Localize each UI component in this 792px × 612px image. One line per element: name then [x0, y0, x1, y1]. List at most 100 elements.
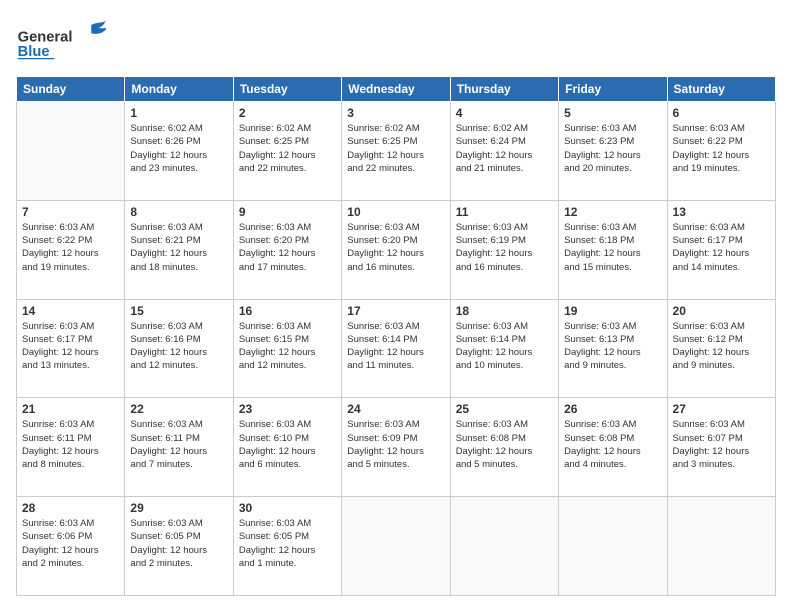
weekday-header-friday: Friday: [559, 77, 667, 102]
day-cell: 9Sunrise: 6:03 AMSunset: 6:20 PMDaylight…: [233, 200, 341, 299]
day-number: 5: [564, 106, 661, 120]
day-cell: 16 Sunrise: 6:03 AMSunset: 6:15 PMDayligh…: [233, 299, 341, 398]
day-info: Sunrise: 6:03 AMSunset: 6:05 PMDaylight:…: [239, 517, 336, 570]
day-number: 17: [347, 304, 444, 318]
day-info: Sunrise: 6:03 AMSunset: 6:19 PMDaylight:…: [456, 221, 553, 274]
day-cell: 15 Sunrise: 6:03 AMSunset: 6:16 PMDayligh…: [125, 299, 233, 398]
day-number: 1: [130, 106, 227, 120]
day-info: Sunrise: 6:03 AMSunset: 6:13 PMDaylight:…: [564, 320, 661, 373]
day-cell: 10 Sunrise: 6:03 AMSunset: 6:20 PMDayligh…: [342, 200, 450, 299]
day-cell: [667, 497, 775, 596]
day-info: Sunrise: 6:03 AMSunset: 6:14 PMDaylight:…: [456, 320, 553, 373]
day-info: Sunrise: 6:03 AMSunset: 6:23 PMDaylight:…: [564, 122, 661, 175]
day-number: 21: [22, 402, 119, 416]
day-info: Sunrise: 6:03 AMSunset: 6:22 PMDaylight:…: [673, 122, 770, 175]
day-info: Sunrise: 6:03 AMSunset: 6:21 PMDaylight:…: [130, 221, 227, 274]
weekday-header-tuesday: Tuesday: [233, 77, 341, 102]
day-cell: 3 Sunrise: 6:02 AMSunset: 6:25 PMDaylight…: [342, 102, 450, 201]
day-number: 7: [22, 205, 119, 219]
weekday-header-monday: Monday: [125, 77, 233, 102]
day-number: 10: [347, 205, 444, 219]
day-number: 30: [239, 501, 336, 515]
day-cell: 23 Sunrise: 6:03 AMSunset: 6:10 PMDayligh…: [233, 398, 341, 497]
day-cell: 2 Sunrise: 6:02 AMSunset: 6:25 PMDaylight…: [233, 102, 341, 201]
day-number: 24: [347, 402, 444, 416]
day-number: 26: [564, 402, 661, 416]
day-cell: 17 Sunrise: 6:03 AMSunset: 6:14 PMDayligh…: [342, 299, 450, 398]
day-info: Sunrise: 6:03 AMSunset: 6:17 PMDaylight:…: [673, 221, 770, 274]
day-info: Sunrise: 6:03 AMSunset: 6:16 PMDaylight:…: [130, 320, 227, 373]
day-info: Sunrise: 6:03 AMSunset: 6:09 PMDaylight:…: [347, 418, 444, 471]
day-info: Sunrise: 6:03 AMSunset: 6:14 PMDaylight:…: [347, 320, 444, 373]
day-cell: 5 Sunrise: 6:03 AMSunset: 6:23 PMDaylight…: [559, 102, 667, 201]
day-number: 18: [456, 304, 553, 318]
day-info: Sunrise: 6:03 AMSunset: 6:11 PMDaylight:…: [130, 418, 227, 471]
weekday-header-wednesday: Wednesday: [342, 77, 450, 102]
week-row-1: 1 Sunrise: 6:02 AMSunset: 6:26 PMDaylight…: [17, 102, 776, 201]
day-number: 12: [564, 205, 661, 219]
day-number: 16: [239, 304, 336, 318]
day-info: Sunrise: 6:02 AMSunset: 6:25 PMDaylight:…: [239, 122, 336, 175]
day-number: 25: [456, 402, 553, 416]
day-cell: [342, 497, 450, 596]
day-info: Sunrise: 6:03 AMSunset: 6:22 PMDaylight:…: [22, 221, 119, 274]
day-number: 4: [456, 106, 553, 120]
page: General Blue SundayMondayTuesdayWednesda…: [0, 0, 792, 612]
day-cell: 7 Sunrise: 6:03 AMSunset: 6:22 PMDaylight…: [17, 200, 125, 299]
day-cell: 26Sunrise: 6:03 AMSunset: 6:08 PMDayligh…: [559, 398, 667, 497]
weekday-header-thursday: Thursday: [450, 77, 558, 102]
day-cell: 19 Sunrise: 6:03 AMSunset: 6:13 PMDayligh…: [559, 299, 667, 398]
day-info: Sunrise: 6:03 AMSunset: 6:17 PMDaylight:…: [22, 320, 119, 373]
day-cell: 6 Sunrise: 6:03 AMSunset: 6:22 PMDaylight…: [667, 102, 775, 201]
day-info: Sunrise: 6:03 AMSunset: 6:20 PMDaylight:…: [347, 221, 444, 274]
day-info: Sunrise: 6:02 AMSunset: 6:25 PMDaylight:…: [347, 122, 444, 175]
day-cell: 1 Sunrise: 6:02 AMSunset: 6:26 PMDaylight…: [125, 102, 233, 201]
svg-text:Blue: Blue: [18, 44, 50, 60]
day-cell: 13 Sunrise: 6:03 AMSunset: 6:17 PMDayligh…: [667, 200, 775, 299]
week-row-5: 28 Sunrise: 6:03 AMSunset: 6:06 PMDayligh…: [17, 497, 776, 596]
day-cell: 12 Sunrise: 6:03 AMSunset: 6:18 PMDayligh…: [559, 200, 667, 299]
day-info: Sunrise: 6:03 AMSunset: 6:08 PMDaylight:…: [456, 418, 553, 471]
day-cell: [450, 497, 558, 596]
day-number: 19: [564, 304, 661, 318]
day-number: 6: [673, 106, 770, 120]
day-number: 15: [130, 304, 227, 318]
day-cell: 25 Sunrise: 6:03 AMSunset: 6:08 PMDayligh…: [450, 398, 558, 497]
day-info: Sunrise: 6:03 AMSunset: 6:07 PMDaylight:…: [673, 418, 770, 471]
weekday-header-saturday: Saturday: [667, 77, 775, 102]
day-cell: 8 Sunrise: 6:03 AMSunset: 6:21 PMDaylight…: [125, 200, 233, 299]
day-number: 8: [130, 205, 227, 219]
day-cell: [559, 497, 667, 596]
week-row-4: 21 Sunrise: 6:03 AMSunset: 6:11 PMDayligh…: [17, 398, 776, 497]
weekday-header-row: SundayMondayTuesdayWednesdayThursdayFrid…: [17, 77, 776, 102]
day-info: Sunrise: 6:03 AMSunset: 6:15 PMDaylight:…: [239, 320, 336, 373]
day-number: 27: [673, 402, 770, 416]
day-info: Sunrise: 6:02 AMSunset: 6:26 PMDaylight:…: [130, 122, 227, 175]
week-row-3: 14Sunrise: 6:03 AMSunset: 6:17 PMDayligh…: [17, 299, 776, 398]
day-info: Sunrise: 6:03 AMSunset: 6:10 PMDaylight:…: [239, 418, 336, 471]
day-info: Sunrise: 6:03 AMSunset: 6:18 PMDaylight:…: [564, 221, 661, 274]
day-number: 23: [239, 402, 336, 416]
day-cell: 27 Sunrise: 6:03 AMSunset: 6:07 PMDayligh…: [667, 398, 775, 497]
weekday-header-sunday: Sunday: [17, 77, 125, 102]
logo: General Blue: [16, 16, 106, 66]
svg-text:General: General: [18, 29, 73, 45]
day-number: 13: [673, 205, 770, 219]
day-cell: 11 Sunrise: 6:03 AMSunset: 6:19 PMDayligh…: [450, 200, 558, 299]
day-info: Sunrise: 6:02 AMSunset: 6:24 PMDaylight:…: [456, 122, 553, 175]
day-info: Sunrise: 6:03 AMSunset: 6:11 PMDaylight:…: [22, 418, 119, 471]
day-number: 11: [456, 205, 553, 219]
day-number: 28: [22, 501, 119, 515]
day-number: 22: [130, 402, 227, 416]
day-cell: 4 Sunrise: 6:02 AMSunset: 6:24 PMDaylight…: [450, 102, 558, 201]
day-info: Sunrise: 6:03 AMSunset: 6:20 PMDaylight:…: [239, 221, 336, 274]
day-number: 2: [239, 106, 336, 120]
day-cell: 30 Sunrise: 6:03 AMSunset: 6:05 PMDayligh…: [233, 497, 341, 596]
day-cell: [17, 102, 125, 201]
day-cell: 18 Sunrise: 6:03 AMSunset: 6:14 PMDayligh…: [450, 299, 558, 398]
day-cell: 28 Sunrise: 6:03 AMSunset: 6:06 PMDayligh…: [17, 497, 125, 596]
day-number: 29: [130, 501, 227, 515]
logo-image: General Blue: [16, 16, 106, 66]
day-number: 3: [347, 106, 444, 120]
day-info: Sunrise: 6:03 AMSunset: 6:06 PMDaylight:…: [22, 517, 119, 570]
